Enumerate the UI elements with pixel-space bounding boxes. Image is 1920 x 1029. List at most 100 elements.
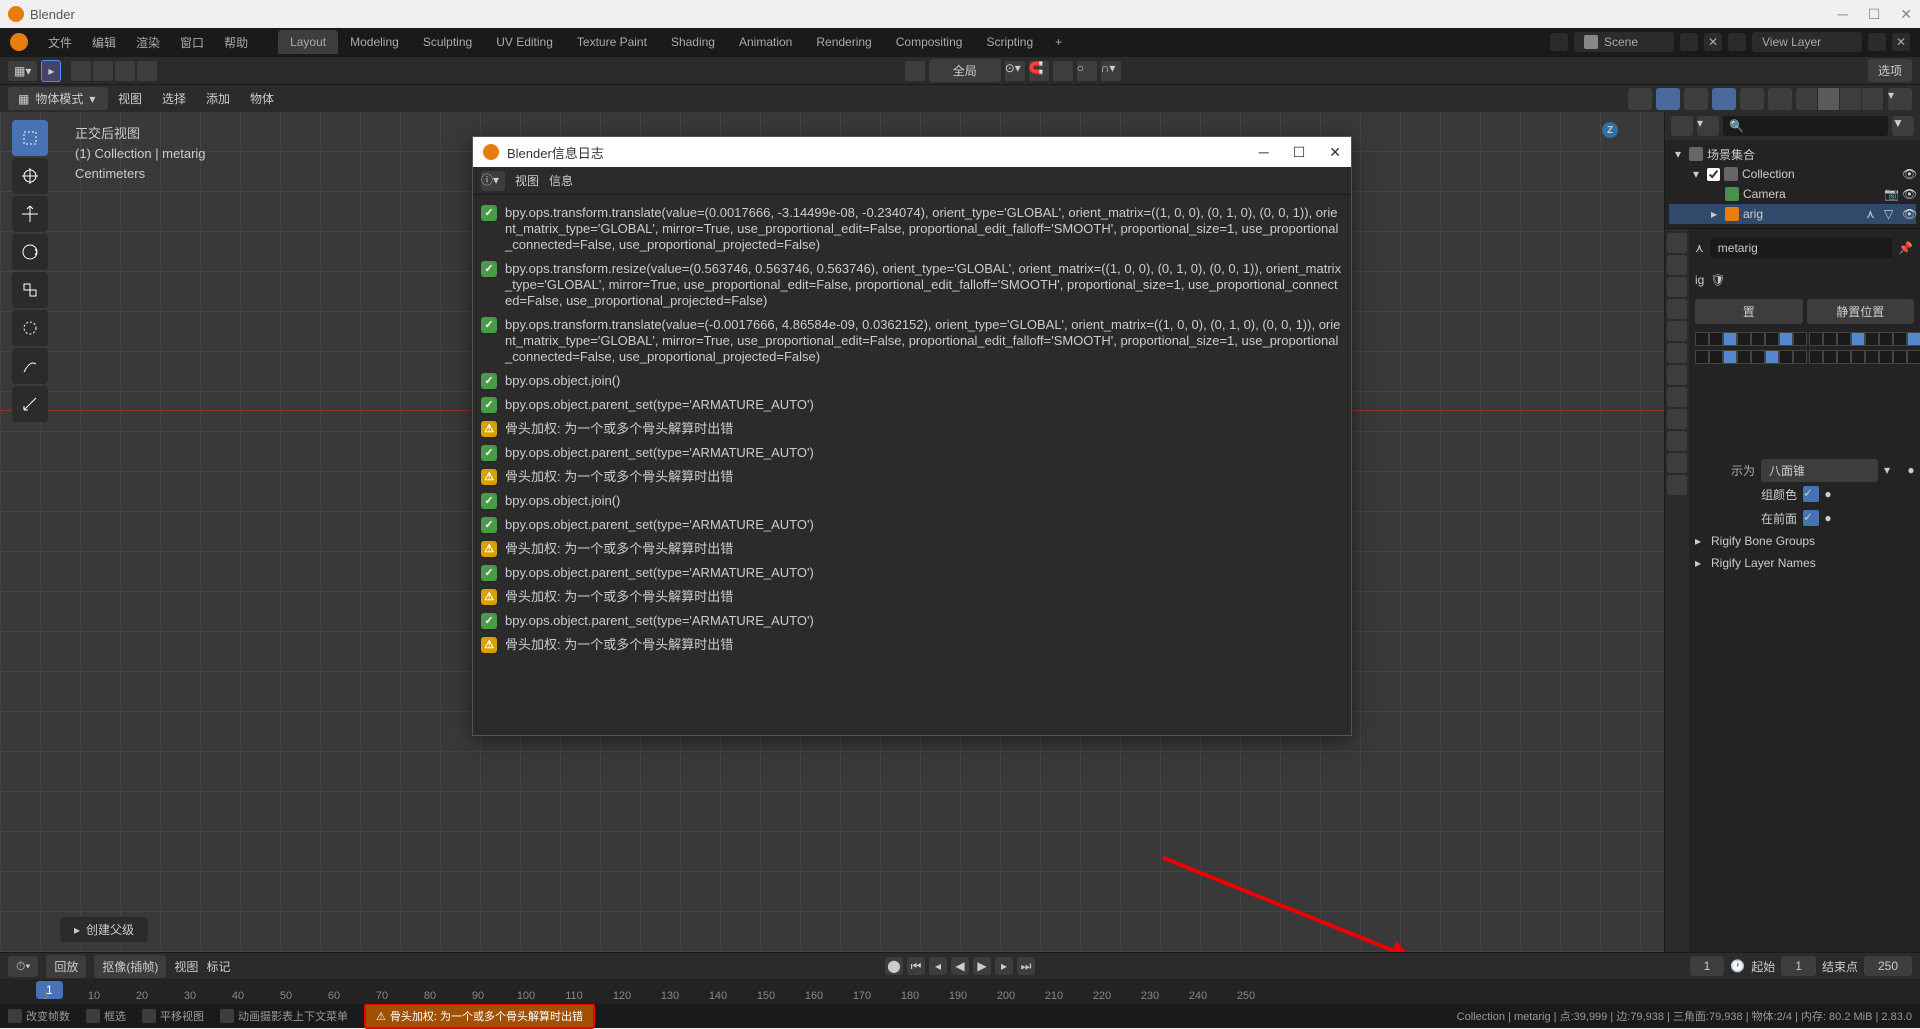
gizmo-z-axis[interactable]: Z — [1602, 122, 1618, 138]
pin-icon[interactable]: 📌 — [1898, 241, 1914, 255]
viewlayer-new-icon[interactable] — [1868, 33, 1886, 51]
outliner-display-mode[interactable]: ▾ — [1697, 116, 1719, 136]
outliner-item-camera[interactable]: Camera 📷👁 — [1669, 184, 1916, 204]
gizmo-options-icon[interactable] — [1684, 88, 1708, 110]
pivot-icon[interactable]: ⊙▾ — [1005, 61, 1025, 81]
move-tool[interactable] — [12, 196, 48, 232]
collection-enable-checkbox[interactable] — [1707, 168, 1720, 181]
close-icon[interactable]: ✕ — [1329, 144, 1341, 161]
editor-type-selector[interactable]: ▦▾ — [8, 61, 37, 81]
log-entry[interactable]: ⚠骨头加权: 为一个或多个骨头解算时出错 — [479, 537, 1345, 561]
transform-tool[interactable] — [12, 310, 48, 346]
orientation-icon[interactable] — [905, 61, 925, 81]
shading-options-icon[interactable]: ▾ — [1888, 88, 1912, 110]
scene-browse-icon[interactable] — [1550, 33, 1568, 51]
menu-file[interactable]: 文件 — [38, 34, 82, 51]
chevron-right-icon[interactable]: ▸ — [1711, 207, 1721, 221]
viewlayer-browse-icon[interactable] — [1728, 33, 1746, 51]
proportional-type-icon[interactable]: ∩▾ — [1101, 61, 1121, 81]
viewport-menu-object[interactable]: 物体 — [240, 90, 284, 107]
shading-wireframe-icon[interactable] — [1796, 88, 1818, 110]
viewport-menu-select[interactable]: 选择 — [152, 90, 196, 107]
props-tab-output[interactable] — [1667, 255, 1687, 275]
tab-add-button[interactable]: + — [1045, 30, 1072, 54]
shading-solid-icon[interactable] — [1818, 88, 1840, 110]
log-entry[interactable]: ⚠骨头加权: 为一个或多个骨头解算时出错 — [479, 585, 1345, 609]
outliner-filter-icon[interactable]: ▼ — [1892, 116, 1914, 136]
viewlayer-delete-icon[interactable]: ✕ — [1892, 33, 1910, 51]
outliner-search-input[interactable]: 🔍 — [1723, 116, 1888, 136]
select-mode-icon-3[interactable] — [115, 61, 135, 81]
props-tab-particles[interactable] — [1667, 387, 1687, 407]
props-tab-viewlayer[interactable] — [1667, 277, 1687, 297]
props-tab-world[interactable] — [1667, 321, 1687, 341]
select-mode-icon-2[interactable] — [93, 61, 113, 81]
eye-icon[interactable]: 👁 — [1902, 207, 1916, 221]
jump-start-button[interactable]: ⏮ — [907, 957, 925, 975]
eye-icon[interactable]: 👁 — [1902, 167, 1916, 181]
log-entry[interactable]: ✓bpy.ops.object.parent_set(type='ARMATUR… — [479, 561, 1345, 585]
gizmo-toggle-icon[interactable] — [1656, 88, 1680, 110]
log-entry[interactable]: ⚠骨头加权: 为一个或多个骨头解算时出错 — [479, 633, 1345, 657]
rigify-layer-names-panel[interactable]: ▸ Rigify Layer Names — [1695, 552, 1914, 574]
log-entry[interactable]: ✓bpy.ops.object.parent_set(type='ARMATUR… — [479, 393, 1345, 417]
menu-render[interactable]: 渲染 — [126, 34, 170, 51]
select-box-tool[interactable] — [12, 120, 48, 156]
timeline-keying-menu[interactable]: 抠像(插帧) — [94, 955, 166, 978]
tab-scripting[interactable]: Scripting — [974, 30, 1045, 54]
shield-icon[interactable]: 🛡 — [1710, 273, 1725, 287]
tab-layout[interactable]: Layout — [278, 30, 338, 54]
snap-icon[interactable]: 🧲 — [1029, 61, 1049, 81]
scene-name-field[interactable]: Scene — [1574, 32, 1674, 52]
tab-rendering[interactable]: Rendering — [804, 30, 883, 54]
outliner-item-collection[interactable]: ▾ Collection 👁 — [1669, 164, 1916, 184]
log-entry[interactable]: ✓bpy.ops.transform.translate(value=(-0.0… — [479, 313, 1345, 369]
view-object-types-icon[interactable] — [1628, 88, 1652, 110]
close-icon[interactable]: ✕ — [1900, 6, 1912, 23]
log-entry[interactable]: ✓bpy.ops.object.parent_set(type='ARMATUR… — [479, 441, 1345, 465]
maximize-icon[interactable]: ☐ — [1868, 6, 1881, 23]
keyframe-next-button[interactable]: ▸ — [995, 957, 1013, 975]
shading-rendered-icon[interactable] — [1862, 88, 1884, 110]
info-menu-view[interactable]: 视图 — [515, 172, 539, 189]
props-tab-object[interactable] — [1667, 343, 1687, 363]
minimize-icon[interactable]: ─ — [1259, 144, 1269, 161]
rest-position-button[interactable]: 静置位置 — [1807, 299, 1915, 324]
measure-tool[interactable] — [12, 386, 48, 422]
props-tab-physics[interactable] — [1667, 409, 1687, 429]
tab-sculpting[interactable]: Sculpting — [411, 30, 484, 54]
current-frame-field[interactable]: 1 — [1690, 956, 1725, 976]
log-entry[interactable]: ✓bpy.ops.object.join() — [479, 369, 1345, 393]
menu-edit[interactable]: 编辑 — [82, 34, 126, 51]
outliner-editor-selector[interactable] — [1671, 116, 1693, 136]
tab-animation[interactable]: Animation — [727, 30, 804, 54]
shading-preview-icon[interactable] — [1840, 88, 1862, 110]
cursor-tool[interactable] — [12, 158, 48, 194]
select-tool-button[interactable]: ▸ — [41, 60, 61, 82]
overlay-toggle-icon[interactable] — [1712, 88, 1736, 110]
overlay-options-icon[interactable] — [1740, 88, 1764, 110]
viewport-menu-add[interactable]: 添加 — [196, 90, 240, 107]
tool-options-label[interactable]: 选项 — [1868, 59, 1912, 82]
log-entry[interactable]: ✓bpy.ops.object.parent_set(type='ARMATUR… — [479, 513, 1345, 537]
outliner-item-armature[interactable]: ▸ arig ⋏▽👁 — [1669, 204, 1916, 224]
autokey-button[interactable]: ⬤ — [885, 957, 903, 975]
proportional-icon[interactable]: ○ — [1077, 61, 1097, 81]
eye-icon[interactable]: 👁 — [1902, 187, 1916, 201]
keyframe-prev-button[interactable]: ◂ — [929, 957, 947, 975]
timeline-playback-menu[interactable]: 回放 — [46, 955, 86, 978]
scale-tool[interactable] — [12, 272, 48, 308]
scene-delete-icon[interactable]: ✕ — [1704, 33, 1722, 51]
start-frame-field[interactable]: 1 — [1781, 956, 1816, 976]
outliner-scene-collection[interactable]: ▾ 场景集合 — [1669, 144, 1916, 164]
info-editor-selector[interactable]: ⓘ▾ — [481, 171, 505, 191]
log-entry[interactable]: ⚠骨头加权: 为一个或多个骨头解算时出错 — [479, 417, 1345, 441]
rotate-tool[interactable] — [12, 234, 48, 270]
timeline-editor-selector[interactable]: ⏱▾ — [8, 956, 38, 977]
navigation-gizmo[interactable]: Z — [1580, 122, 1640, 182]
props-tab-modifier[interactable] — [1667, 365, 1687, 385]
menu-help[interactable]: 帮助 — [214, 34, 258, 51]
end-frame-field[interactable]: 250 — [1864, 956, 1912, 976]
log-entry[interactable]: ✓bpy.ops.transform.resize(value=(0.56374… — [479, 257, 1345, 313]
info-dialog-titlebar[interactable]: Blender信息日志 ─ ☐ ✕ — [473, 137, 1351, 167]
